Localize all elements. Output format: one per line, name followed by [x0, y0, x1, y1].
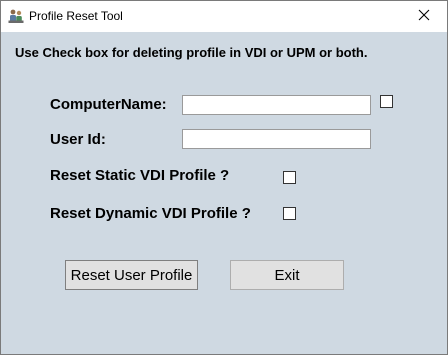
close-button[interactable] [401, 1, 447, 32]
dynamic-vdi-checkbox[interactable] [283, 207, 296, 220]
user-id-label: User Id: [50, 131, 106, 148]
reset-button-label: Reset User Profile [70, 266, 193, 284]
computer-name-checkbox[interactable] [380, 95, 393, 108]
user-id-input[interactable] [182, 129, 371, 149]
exit-button-label: Exit [274, 266, 300, 284]
dynamic-vdi-label: Reset Dynamic VDI Profile ? [50, 205, 251, 222]
static-vdi-label: Reset Static VDI Profile ? [50, 167, 230, 184]
computer-name-label: ComputerName: [50, 96, 167, 113]
window-title: Profile Reset Tool [29, 9, 123, 23]
static-vdi-checkbox[interactable] [283, 171, 296, 184]
instructions-text: Use Check box for deleting profile in VD… [15, 45, 368, 60]
title-bar: Profile Reset Tool [1, 1, 447, 32]
exit-button[interactable]: Exit [230, 260, 344, 290]
reset-user-profile-button[interactable]: Reset User Profile [65, 260, 198, 290]
people-icon [8, 8, 24, 24]
computer-name-input[interactable] [182, 95, 371, 115]
close-icon [418, 8, 430, 26]
profile-reset-window: Profile Reset Tool Use Check box for del… [0, 0, 448, 355]
